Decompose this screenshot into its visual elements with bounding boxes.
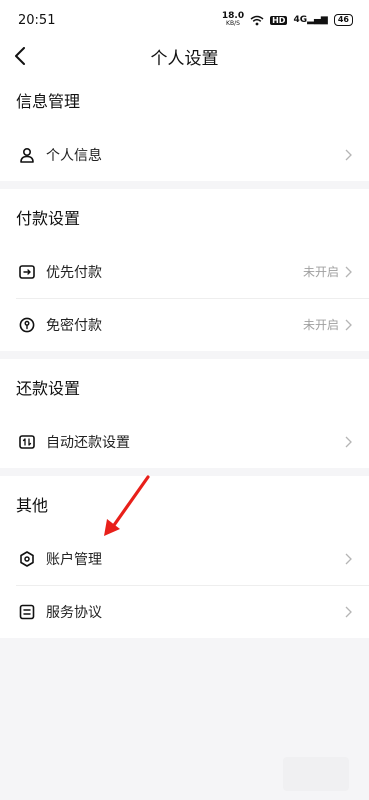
nav-bar: 个人设置 (0, 40, 369, 72)
network-speed: 18.0 KB/S (221, 11, 245, 28)
row-auto-repayment[interactable]: 自动还款设置 (0, 415, 369, 468)
chevron-right-icon (343, 552, 353, 566)
payment-card-icon (18, 263, 36, 281)
hexagon-settings-icon (18, 550, 36, 568)
chevron-right-icon (343, 318, 353, 332)
chevron-right-icon (343, 605, 353, 619)
row-password-free-payment[interactable]: 免密付款 未开启 (0, 298, 369, 351)
status-icons: 18.0 KB/S HD 4G▂▄▆ 46 (222, 12, 353, 28)
chevron-right-icon (343, 148, 353, 162)
chevron-right-icon (343, 265, 353, 279)
wifi-icon (250, 15, 264, 25)
section-title: 还款设置 (16, 379, 81, 398)
row-label: 个人信息 (46, 147, 102, 164)
battery-icon: 46 (333, 14, 353, 26)
back-arrow-icon (15, 47, 25, 65)
floating-button[interactable] (283, 757, 349, 791)
section-payment-settings: 付款设置 优先付款 未开启 免密付款 未开启 (0, 189, 369, 351)
user-icon (18, 146, 36, 164)
signal-icon: 4G▂▄▆ (293, 15, 328, 25)
section-other: 其他 账户管理 服务协议 (0, 476, 369, 638)
key-circle-icon (18, 316, 36, 334)
status-time: 20:51 (18, 12, 56, 28)
row-label: 自动还款设置 (46, 434, 130, 451)
row-label: 服务协议 (46, 604, 102, 621)
annotation-arrow-icon (104, 475, 150, 536)
row-label: 免密付款 (46, 317, 102, 334)
chevron-right-icon (343, 435, 353, 449)
status-bar: 20:51 18.0 KB/S HD 4G▂▄▆ 46 (0, 0, 369, 40)
page-title: 个人设置 (150, 48, 219, 69)
row-personal-info[interactable]: 个人信息 (0, 128, 369, 181)
section-title: 付款设置 (16, 209, 81, 228)
auto-repay-icon (18, 433, 36, 451)
status-value: 未开启 (302, 265, 339, 279)
row-label: 账户管理 (46, 551, 102, 568)
section-repayment-settings: 还款设置 自动还款设置 (0, 359, 369, 468)
hd-badge: HD (270, 15, 288, 25)
section-info-management: 信息管理 个人信息 (0, 72, 369, 181)
row-account-management[interactable]: 账户管理 (0, 532, 369, 585)
row-label: 优先付款 (46, 264, 102, 281)
section-title: 其他 (16, 496, 49, 515)
document-icon (18, 603, 36, 621)
row-service-agreement[interactable]: 服务协议 (0, 585, 369, 638)
back-button[interactable] (14, 40, 38, 72)
section-title: 信息管理 (16, 92, 81, 111)
row-priority-payment[interactable]: 优先付款 未开启 (0, 245, 369, 298)
status-value: 未开启 (302, 318, 339, 332)
